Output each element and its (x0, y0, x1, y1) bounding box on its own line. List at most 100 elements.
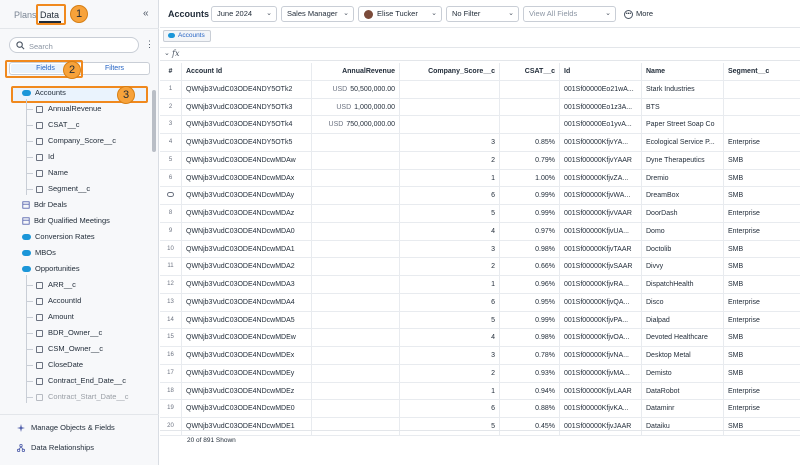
cell-id[interactable]: 001Sf00000Eo21wA... (560, 80, 642, 99)
more-options-icon[interactable]: ⋮ (145, 39, 154, 50)
table-row[interactable]: 8 QWNjb3VudC03ODE4NDcwMDAz 5 0.99% 001Sf0000… (160, 205, 800, 223)
table-row[interactable]: 2 QWNjb3VudC03ODE4NDY5OTk3 USD 1,000,000.00… (160, 98, 800, 117)
data-relationships-link[interactable]: Data Relationships (17, 443, 94, 453)
cell-seg[interactable]: SMB (724, 329, 800, 347)
cell-score[interactable] (400, 80, 500, 99)
cell-name[interactable]: Disco (642, 293, 724, 312)
cell-name[interactable]: Paper Street Soap Co (642, 116, 724, 134)
cell-id[interactable]: 001Sf00000KfjvQA... (560, 293, 642, 312)
table-row[interactable]: 17 QWNjb3VudC03ODE4NDcwMDEy 2 0.93% 001Sf000… (160, 364, 800, 383)
cell-seg[interactable]: Enterprise (724, 400, 800, 418)
tree-item-mbos[interactable]: MBOs (22, 245, 56, 261)
column-header[interactable]: # (160, 63, 182, 81)
table-row[interactable]: 12 QWNjb3VudC03ODE4NDcwMDA3 1 0.96% 001Sf000… (160, 276, 800, 294)
tree-item-accounts[interactable]: Accounts (22, 85, 66, 101)
cell-seg[interactable]: SMB (724, 258, 800, 276)
cell-seg[interactable] (724, 99, 800, 117)
cell-rev[interactable]: USD 1,000,000.00 (312, 98, 400, 117)
cell-csat[interactable]: 0.98% (500, 329, 560, 347)
cell-csat[interactable]: 0.99% (500, 311, 560, 330)
cell-score[interactable]: 5 (400, 311, 500, 330)
cell-name[interactable]: BTS (642, 98, 724, 117)
formula-bar[interactable]: ⌄ fx (160, 47, 800, 61)
cell-csat[interactable]: 0.97% (500, 222, 560, 241)
cell-rev[interactable] (312, 205, 400, 223)
cell-score[interactable]: 1 (400, 276, 500, 294)
cell-n[interactable]: 14 (160, 311, 182, 330)
tree-item-annualrevenue[interactable]: AnnualRevenue (36, 101, 101, 117)
cell-seg[interactable]: Enterprise (724, 223, 800, 241)
cell-acc[interactable]: QWNjb3VudC03ODE4NDcwMDA5 (182, 311, 312, 330)
cell-n[interactable]: 13 (160, 293, 182, 312)
column-header[interactable]: Company_Score__c (400, 63, 500, 81)
cell-rev[interactable] (312, 151, 400, 170)
cell-id[interactable]: 001Sf00000Eo1yvA... (560, 116, 642, 134)
tree-item-opportunities[interactable]: Opportunities (22, 261, 80, 277)
tree-item-name[interactable]: Name (36, 165, 68, 181)
cell-rev[interactable] (312, 258, 400, 276)
table-row[interactable]: 9 QWNjb3VudC03ODE4NDcwMDA0 4 0.97% 001Sf0000… (160, 222, 800, 241)
cell-csat[interactable]: 0.88% (500, 400, 560, 418)
cell-rev[interactable]: USD 50,500,000.00 (312, 80, 400, 99)
cell-name[interactable]: Desktop Metal (642, 347, 724, 365)
cell-name[interactable]: Doctolib (642, 240, 724, 259)
cell-csat[interactable]: 0.79% (500, 151, 560, 170)
cell-id[interactable]: 001Sf00000KfjvMA... (560, 364, 642, 383)
cell-csat[interactable]: 0.93% (500, 364, 560, 383)
cell-acc[interactable]: QWNjb3VudC03ODE4NDcwMDEy (182, 364, 312, 383)
cell-csat[interactable]: 0.95% (500, 293, 560, 312)
cell-csat[interactable] (500, 80, 560, 99)
tree-item-amount[interactable]: Amount (36, 309, 74, 325)
cell-seg[interactable]: SMB (724, 241, 800, 259)
cell-id[interactable]: 001Sf00000KfjvUA... (560, 222, 642, 241)
tree-item-csm-owner-c[interactable]: CSM_Owner__c (36, 341, 103, 357)
cell-score[interactable]: 1 (400, 382, 500, 401)
cell-csat[interactable]: 0.94% (500, 382, 560, 401)
cell-name[interactable]: DataRobot (642, 382, 724, 401)
cell-acc[interactable]: QWNjb3VudC03ODE4NDcwMDE0 (182, 400, 312, 418)
cell-acc[interactable]: QWNjb3VudC03ODE4NDcwMDAy (182, 187, 312, 205)
cell-score[interactable]: 6 (400, 293, 500, 312)
cell-n[interactable]: 17 (160, 364, 182, 383)
cell-rev[interactable] (312, 364, 400, 383)
table-row[interactable]: 3 QWNjb3VudC03ODE4NDY5OTk4 USD 750,000,000.… (160, 116, 800, 134)
table-row[interactable]: 13 QWNjb3VudC03ODE4NDcwMDA4 6 0.95% 001Sf000… (160, 293, 800, 312)
user-dropdown[interactable]: Elise Tucker ⌄ (358, 6, 442, 22)
tab-data[interactable]: Data (40, 10, 59, 20)
cell-score[interactable] (400, 116, 500, 134)
cell-csat[interactable]: 0.78% (500, 347, 560, 365)
cell-rev[interactable]: USD 750,000,000.00 (312, 116, 400, 134)
cell-n[interactable]: 18 (160, 382, 182, 401)
fields-dropdown[interactable]: View All Fields ⌄ (523, 6, 616, 22)
cell-n[interactable]: 10 (160, 240, 182, 259)
cell-rev[interactable] (312, 293, 400, 312)
tree-item-bdr-deals[interactable]: Bdr Deals (22, 197, 67, 213)
table-row[interactable]: 1 QWNjb3VudC03ODE4NDY5OTk2 USD 50,500,000.0… (160, 80, 800, 99)
cell-rev[interactable] (312, 187, 400, 205)
cell-acc[interactable]: QWNjb3VudC03ODE4NDcwMDEz (182, 382, 312, 401)
sidebar-scrollbar[interactable] (152, 90, 156, 152)
cell-n[interactable]: 9 (160, 222, 182, 241)
table-row[interactable]: QWNjb3VudC03ODE4NDcwMDAy 6 0.99% 001Sf00000… (160, 187, 800, 205)
cell-name[interactable]: Stark Industries (642, 80, 724, 99)
column-header[interactable]: Segment__c (724, 63, 800, 81)
cell-seg[interactable] (724, 81, 800, 99)
manage-objects-link[interactable]: Manage Objects & Fields (17, 423, 115, 433)
table-row[interactable]: 18 QWNjb3VudC03ODE4NDcwMDEz 1 0.94% 001Sf000… (160, 382, 800, 401)
cell-csat[interactable]: 0.98% (500, 240, 560, 259)
cell-score[interactable]: 3 (400, 134, 500, 152)
cell-rev[interactable] (312, 222, 400, 241)
table-row[interactable]: 19 QWNjb3VudC03ODE4NDcwMDE0 6 0.88% 001Sf000… (160, 400, 800, 418)
column-header[interactable]: Name (642, 63, 724, 81)
cell-acc[interactable]: QWNjb3VudC03ODE4NDcwMDA0 (182, 222, 312, 241)
cell-seg[interactable] (724, 116, 800, 134)
cell-id[interactable]: 001Sf00000KfjvLAAR (560, 382, 642, 401)
cell-id[interactable]: 001Sf00000KfjvVAAR (560, 205, 642, 223)
cell-seg[interactable]: SMB (724, 365, 800, 383)
cell-rev[interactable] (312, 382, 400, 401)
tab-plans[interactable]: Plans (14, 10, 37, 20)
cell-id[interactable]: 001Sf00000KfjvNA... (560, 347, 642, 365)
table-row[interactable]: 6 QWNjb3VudC03ODE4NDcwMDAx 1 1.00% 001Sf0000… (160, 169, 800, 188)
filter-dropdown[interactable]: No Filter ⌄ (446, 6, 519, 22)
cell-name[interactable]: Demisto (642, 364, 724, 383)
